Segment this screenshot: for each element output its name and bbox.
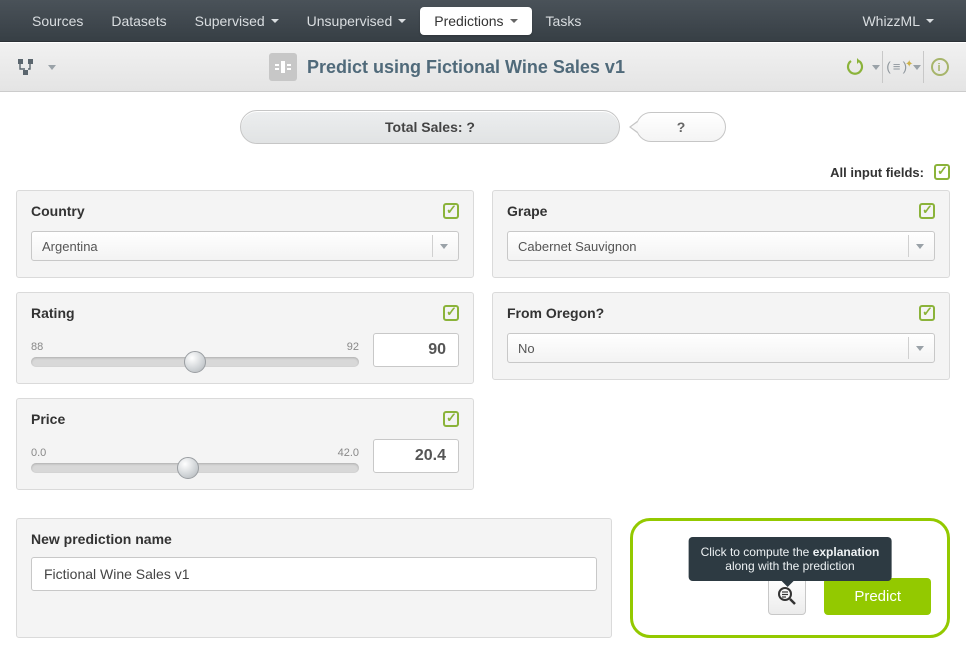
- nav-whizzml-label: WhizzML: [862, 13, 920, 29]
- predict-button-label: Predict: [854, 588, 901, 605]
- page-title: Predict using Fictional Wine Sales v1: [307, 57, 625, 78]
- nav-item-sources[interactable]: Sources: [18, 7, 97, 35]
- oregon-label: From Oregon?: [507, 305, 604, 321]
- prediction-name-input[interactable]: [31, 557, 597, 591]
- nav-item-predictions[interactable]: Predictions: [420, 7, 531, 35]
- panel-country: Country Argentina: [16, 190, 474, 278]
- price-min: 0.0: [31, 447, 46, 459]
- country-label: Country: [31, 203, 85, 219]
- caret-down-icon: [916, 346, 924, 351]
- grape-label: Grape: [507, 203, 547, 219]
- nav-item-datasets[interactable]: Datasets: [97, 7, 180, 35]
- grape-value: Cabernet Sauvignon: [518, 239, 637, 254]
- caret-down-icon: [916, 244, 924, 249]
- magnifier-list-icon: [777, 586, 797, 606]
- caret-down-icon: [48, 65, 56, 70]
- nav-item-label: Sources: [32, 13, 83, 29]
- caret-down-icon: [510, 19, 518, 23]
- svg-text:✦: ✦: [905, 59, 913, 70]
- rating-min: 88: [31, 341, 43, 353]
- check-icon[interactable]: [919, 203, 935, 219]
- title-bar: Predict using Fictional Wine Sales v1 (≡…: [0, 42, 966, 92]
- info-icon[interactable]: i: [926, 50, 954, 84]
- nav-item-label: Tasks: [546, 13, 582, 29]
- rating-label: Rating: [31, 305, 75, 321]
- nav-whizzml[interactable]: WhizzML: [848, 7, 948, 35]
- nav-item-unsupervised[interactable]: Unsupervised: [293, 7, 421, 35]
- rating-value: 90: [428, 341, 446, 359]
- price-slider[interactable]: [31, 463, 359, 473]
- oregon-value: No: [518, 341, 535, 356]
- script-action-icon[interactable]: (≡)✦: [885, 50, 913, 84]
- nav-item-label: Datasets: [111, 13, 166, 29]
- country-select[interactable]: Argentina: [31, 231, 459, 261]
- tooltip-text-1b: explanation: [813, 545, 880, 559]
- caret-down-icon: [913, 65, 921, 70]
- rating-slider[interactable]: [31, 357, 359, 367]
- result-row: Total Sales: ? ?: [0, 92, 966, 164]
- refresh-icon[interactable]: [838, 50, 872, 84]
- check-icon[interactable]: [443, 203, 459, 219]
- price-value: 20.4: [415, 447, 446, 465]
- caret-down-icon: [271, 19, 279, 23]
- nav-item-tasks[interactable]: Tasks: [532, 7, 596, 35]
- rating-max: 92: [347, 341, 359, 353]
- tooltip-text-1a: Click to compute the: [701, 545, 813, 559]
- rating-value-box[interactable]: 90: [373, 333, 459, 367]
- result-pill: Total Sales: ?: [240, 110, 620, 144]
- all-input-fields-toggle[interactable]: All input fields:: [16, 164, 950, 180]
- confidence-value: ?: [677, 119, 686, 135]
- svg-text:i: i: [938, 62, 941, 74]
- check-icon: [934, 164, 950, 180]
- caret-down-icon: [440, 244, 448, 249]
- panel-prediction-name: New prediction name: [16, 518, 612, 638]
- nav-item-label: Unsupervised: [307, 13, 393, 29]
- slider-knob[interactable]: [184, 351, 206, 373]
- panel-price: Price 0.0 42.0 20.4: [16, 398, 474, 490]
- tooltip-text-2: along with the prediction: [725, 559, 854, 573]
- panel-rating: Rating 88 92 90: [16, 292, 474, 384]
- nav-item-supervised[interactable]: Supervised: [181, 7, 293, 35]
- nav-item-label: Supervised: [195, 13, 265, 29]
- check-icon[interactable]: [443, 305, 459, 321]
- predict-callout: Click to compute the explanation along w…: [630, 518, 950, 638]
- nav-item-label: Predictions: [434, 13, 503, 29]
- price-value-box[interactable]: 20.4: [373, 439, 459, 473]
- check-icon[interactable]: [919, 305, 935, 321]
- top-nav: Sources Datasets Supervised Unsupervised Pre…: [0, 0, 966, 42]
- slider-knob[interactable]: [177, 457, 199, 479]
- model-icon: [269, 53, 297, 81]
- confidence-pill: ?: [636, 112, 726, 142]
- caret-down-icon: [926, 19, 934, 23]
- price-max: 42.0: [338, 447, 359, 459]
- oregon-select[interactable]: No: [507, 333, 935, 363]
- all-input-fields-label: All input fields:: [830, 165, 924, 180]
- result-label: Total Sales: ?: [385, 119, 475, 135]
- country-value: Argentina: [42, 239, 98, 254]
- caret-down-icon: [872, 65, 880, 70]
- panel-grape: Grape Cabernet Sauvignon: [492, 190, 950, 278]
- panel-oregon: From Oregon? No: [492, 292, 950, 380]
- grape-select[interactable]: Cabernet Sauvignon: [507, 231, 935, 261]
- prediction-name-label: New prediction name: [31, 531, 597, 547]
- check-icon[interactable]: [443, 411, 459, 427]
- caret-down-icon: [398, 19, 406, 23]
- workflow-menu-icon[interactable]: [12, 50, 46, 84]
- explanation-tooltip: Click to compute the explanation along w…: [689, 537, 892, 581]
- predict-button[interactable]: Predict: [824, 578, 931, 615]
- price-label: Price: [31, 411, 65, 427]
